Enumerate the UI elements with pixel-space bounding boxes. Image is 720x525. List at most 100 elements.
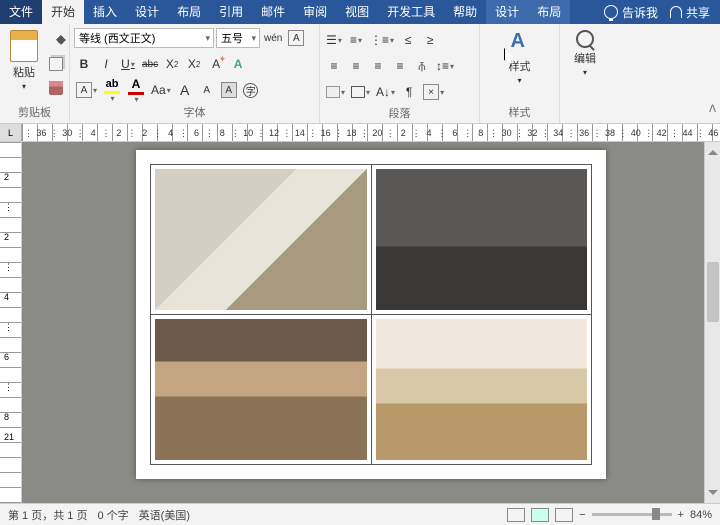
increase-indent-button[interactable]: ≥	[420, 30, 440, 50]
highlight-button[interactable]: ab	[101, 78, 123, 103]
scrollbar-vertical[interactable]	[704, 142, 720, 503]
view-read-button[interactable]	[507, 508, 525, 522]
image-desk-pencils[interactable]	[155, 169, 367, 310]
tab-layout[interactable]: 布局	[168, 0, 210, 24]
ribbon: 粘贴▾ 剪贴板 等线 (西文正文) 五号 wén A B I U abc X2	[0, 24, 720, 124]
numbering-button[interactable]: ≡	[346, 30, 366, 50]
copy-button[interactable]	[46, 54, 66, 74]
scrollbar-thumb[interactable]	[707, 262, 719, 322]
underline-button[interactable]: U	[118, 54, 138, 74]
find-icon	[576, 30, 594, 48]
format-painter-button[interactable]	[46, 78, 66, 98]
cut-button[interactable]	[46, 30, 66, 50]
superscript-button[interactable]: X2	[184, 54, 204, 74]
status-page[interactable]: 第 1 页，共 1 页	[8, 507, 87, 523]
font-color-button[interactable]: A	[125, 77, 147, 104]
menu-tabs: 文件 开始 插入 设计 布局 引用 邮件 审阅 视图 开发工具 帮助 设计 布局…	[0, 0, 720, 24]
ruler-corner[interactable]: L	[0, 124, 22, 141]
styles-icon	[507, 30, 533, 56]
zoom-in-button[interactable]: +	[678, 509, 684, 521]
table-cell[interactable]	[151, 165, 372, 315]
copy-icon	[49, 57, 63, 71]
shrink-font-button[interactable]: A	[197, 80, 217, 100]
italic-button[interactable]: I	[96, 54, 116, 74]
zoom-level[interactable]: 84%	[690, 509, 712, 521]
bold-button[interactable]: B	[74, 54, 94, 74]
tab-mailings[interactable]: 邮件	[252, 0, 294, 24]
circled-char-button[interactable]: 字	[241, 80, 261, 100]
tab-references[interactable]: 引用	[210, 0, 252, 24]
tell-me[interactable]: 告诉我	[596, 4, 666, 21]
strikethrough-button[interactable]: abc	[140, 54, 160, 74]
group-label-paragraph: 段落	[324, 104, 475, 122]
show-marks-button[interactable]: ¶	[399, 82, 419, 102]
status-words[interactable]: 0 个字	[97, 507, 128, 523]
image-hands-laptop[interactable]	[155, 319, 367, 460]
tab-context-design[interactable]: 设计	[486, 0, 528, 24]
ruler-vertical[interactable]: 2⋮2⋮4⋮6⋮821	[0, 142, 22, 503]
scissors-icon	[46, 30, 66, 50]
font-name-combo[interactable]: 等线 (西文正文)	[74, 28, 214, 48]
editing-button[interactable]: 编辑▾	[568, 26, 602, 81]
document-area: 2⋮2⋮4⋮6⋮821	[0, 142, 720, 503]
group-label-styles: 样式	[484, 103, 555, 121]
tab-review[interactable]: 审阅	[294, 0, 336, 24]
line-spacing-button[interactable]: ↕≡	[434, 56, 456, 76]
zoom-slider[interactable]	[592, 513, 672, 516]
distributed-button[interactable]: ⫚	[412, 56, 432, 76]
multilevel-button[interactable]: ⋮≡	[368, 30, 396, 50]
tab-insert[interactable]: 插入	[84, 0, 126, 24]
status-language[interactable]: 英语(美国)	[139, 507, 190, 523]
subscript-button[interactable]: X2	[162, 54, 182, 74]
group-label-editing	[564, 119, 606, 121]
shading-button[interactable]	[324, 82, 347, 102]
tab-file[interactable]: 文件	[0, 0, 42, 24]
tab-help[interactable]: 帮助	[444, 0, 486, 24]
table-cell[interactable]	[371, 165, 592, 315]
clipboard-icon	[10, 30, 38, 62]
tab-developer[interactable]: 开发工具	[378, 0, 444, 24]
table-cell[interactable]	[371, 315, 592, 465]
phonetic-guide-button[interactable]: wén	[262, 28, 284, 48]
change-case-button[interactable]: Aa	[149, 80, 173, 100]
table-cell[interactable]	[151, 315, 372, 465]
asian-layout-button[interactable]: ×	[421, 82, 446, 102]
tab-design[interactable]: 设计	[126, 0, 168, 24]
text-effects-button[interactable]: A	[228, 54, 248, 74]
image-woman-laptop[interactable]	[376, 319, 588, 460]
tab-context-layout[interactable]: 布局	[528, 0, 570, 24]
brush-icon	[49, 81, 63, 95]
paste-button[interactable]: 粘贴▾	[4, 26, 44, 95]
page[interactable]	[136, 150, 606, 479]
sort-button[interactable]: A↓	[374, 82, 397, 102]
view-web-button[interactable]	[555, 508, 573, 522]
ruler-horizontal[interactable]: L ⋮36⋮30⋮4⋮2⋮2⋮4⋮6⋮8⋮10⋮12⋮14⋮16⋮18⋮20⋮2…	[0, 124, 720, 142]
bullets-button[interactable]: ☰	[324, 30, 344, 50]
view-print-button[interactable]	[531, 508, 549, 522]
bulb-icon	[604, 5, 618, 19]
clear-formatting-button[interactable]: A✦	[206, 54, 226, 74]
grow-font-button[interactable]: A	[175, 80, 195, 100]
group-label-clipboard: 剪贴板	[4, 103, 65, 121]
zoom-out-button[interactable]: −	[579, 509, 585, 521]
borders-button[interactable]	[349, 82, 372, 102]
share-button[interactable]: 共享	[670, 4, 710, 21]
collapse-ribbon-button[interactable]: ᐱ	[709, 104, 716, 115]
align-center-button[interactable]: ≡	[346, 56, 366, 76]
align-right-button[interactable]: ≡	[368, 56, 388, 76]
enclose-icon: A	[288, 30, 304, 46]
char-shading-button[interactable]: A	[219, 80, 239, 100]
tab-home[interactable]: 开始	[42, 0, 84, 24]
enclose-char-button[interactable]: A	[286, 28, 306, 48]
group-label-font: 字体	[74, 103, 315, 121]
image-table[interactable]	[150, 164, 592, 465]
justify-button[interactable]: ≡	[390, 56, 410, 76]
person-icon	[670, 6, 682, 18]
font-size-combo[interactable]: 五号	[216, 28, 260, 48]
char-border-button[interactable]: A	[74, 80, 99, 100]
status-bar: 第 1 页，共 1 页 0 个字 英语(美国) − + 84%	[0, 503, 720, 525]
image-monitors-dark[interactable]	[376, 169, 588, 310]
align-left-button[interactable]: ≡	[324, 56, 344, 76]
tab-view[interactable]: 视图	[336, 0, 378, 24]
decrease-indent-button[interactable]: ≤	[398, 30, 418, 50]
